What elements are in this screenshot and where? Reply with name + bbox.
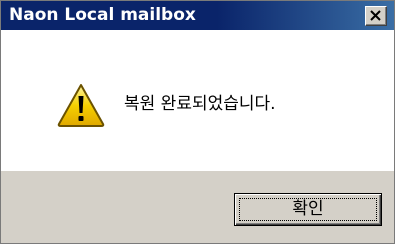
title-bar[interactable]: Naon Local mailbox — [1, 1, 394, 30]
ok-button[interactable]: 확인 — [234, 193, 382, 226]
close-button[interactable] — [365, 6, 387, 26]
warning-icon — [57, 84, 105, 127]
close-icon — [370, 10, 381, 21]
window-title: Naon Local mailbox — [9, 5, 196, 25]
message-text: 복원 완료되었습니다. — [124, 94, 276, 114]
button-bar: 확인 — [1, 171, 394, 243]
ok-button-label: 확인 — [292, 199, 324, 219]
message-dialog: Naon Local mailbox 복원 완료되었습니다. 확인 — [0, 0, 395, 244]
dialog-content: 복원 완료되었습니다. — [1, 30, 394, 171]
